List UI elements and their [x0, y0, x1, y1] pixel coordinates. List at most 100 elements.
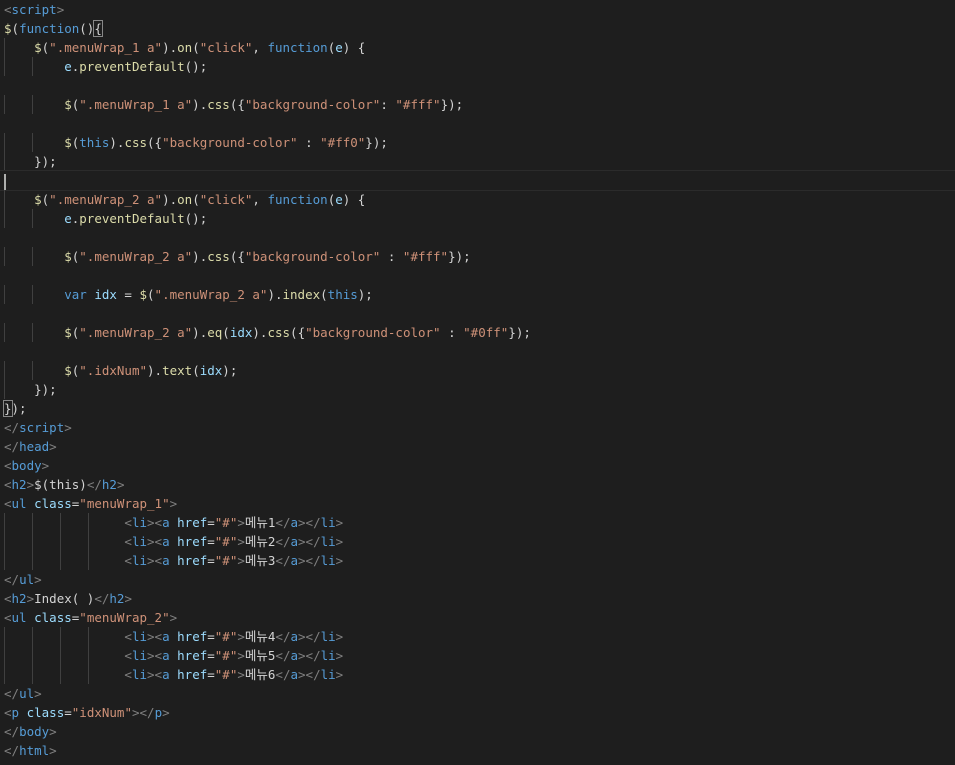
code-token-str: "#": [214, 515, 238, 530]
code-line[interactable]: <li><a href="#">메뉴4</a></li>: [0, 627, 955, 646]
code-line[interactable]: <li><a href="#">메뉴2</a></li>: [0, 532, 955, 551]
code-token-attr: href: [177, 667, 208, 682]
code-token-fn: $: [64, 135, 72, 150]
indent-guide: [4, 285, 5, 304]
code-token-br: >: [169, 496, 178, 511]
code-token-punc: });: [440, 97, 464, 112]
code-line[interactable]: <body>: [0, 456, 955, 475]
code-line[interactable]: </ul>: [0, 684, 955, 703]
code-token-txt: 메뉴2: [244, 534, 276, 549]
code-line[interactable]: [0, 114, 955, 133]
code-line[interactable]: <ul class="menuWrap_1">: [0, 494, 955, 513]
code-line[interactable]: </ul>: [0, 570, 955, 589]
code-line[interactable]: </script>: [0, 418, 955, 437]
code-token-punc: ({: [147, 135, 163, 150]
indent-guide: [4, 551, 5, 570]
code-token-br: </: [275, 534, 291, 549]
code-line[interactable]: </html>: [0, 741, 955, 760]
code-line[interactable]: <h2>Index( )</h2>: [0, 589, 955, 608]
code-token-tag: a: [162, 515, 170, 530]
code-token-txt: Index( ): [34, 591, 95, 606]
code-line[interactable]: });: [0, 399, 955, 418]
code-token-tag: a: [162, 667, 170, 682]
code-token-br: </: [275, 515, 291, 530]
code-line[interactable]: $(".menuWrap_1 a").css({"background-colo…: [0, 95, 955, 114]
code-line[interactable]: var idx = $(".menuWrap_2 a").index(this)…: [0, 285, 955, 304]
code-token-br: </: [4, 572, 20, 587]
code-line[interactable]: [0, 342, 955, 361]
code-token-punc: ) {: [342, 40, 366, 55]
code-token-punc: =: [207, 534, 215, 549]
code-token-br: </: [86, 477, 102, 492]
code-line[interactable]: <li><a href="#">메뉴1</a></li>: [0, 513, 955, 532]
code-token-str: "#": [214, 667, 238, 682]
code-line[interactable]: </head>: [0, 437, 955, 456]
code-token-br: ><: [147, 667, 163, 682]
indent-guide: [4, 361, 5, 380]
code-line[interactable]: </body>: [0, 722, 955, 741]
code-line[interactable]: });: [0, 152, 955, 171]
code-token-fn: preventDefault: [79, 59, 185, 74]
code-token-tag: li: [320, 629, 336, 644]
code-token-br: </: [275, 553, 291, 568]
code-line[interactable]: <script>: [0, 0, 955, 19]
code-token-tag: html: [19, 743, 50, 758]
code-token-br: >: [162, 705, 170, 720]
indent-guide: [32, 513, 33, 532]
code-token-br: <: [4, 458, 12, 473]
code-line[interactable]: e.preventDefault();: [0, 57, 955, 76]
code-line[interactable]: $(".menuWrap_2 a").css({"background-colo…: [0, 247, 955, 266]
code-token-br: >: [49, 439, 57, 454]
code-line[interactable]: <li><a href="#">메뉴3</a></li>: [0, 551, 955, 570]
code-token-tag: li: [131, 534, 148, 549]
code-token-br: >: [335, 534, 344, 549]
code-line[interactable]: [0, 304, 955, 323]
code-line[interactable]: [0, 76, 955, 95]
code-line[interactable]: $(".menuWrap_1 a").on("click", function(…: [0, 38, 955, 57]
code-line[interactable]: $(this).css({"background-color" : "#ff0"…: [0, 133, 955, 152]
code-line[interactable]: [0, 266, 955, 285]
code-line[interactable]: });: [0, 380, 955, 399]
code-token-br: ><: [147, 648, 163, 663]
code-token-punc: [170, 629, 178, 644]
code-token-br: >: [335, 648, 344, 663]
code-line[interactable]: e.preventDefault();: [0, 209, 955, 228]
code-token-bm: }: [3, 400, 13, 417]
code-token-attr: href: [177, 515, 208, 530]
code-token-fn: text: [162, 363, 193, 378]
code-token-punc: ({: [229, 97, 245, 112]
code-editor[interactable]: <script> $(function(){ $(".menuWrap_1 a")…: [0, 0, 955, 765]
code-line[interactable]: $(function(){: [0, 19, 955, 38]
code-token-punc: [4, 59, 64, 74]
code-token-punc: [4, 135, 64, 150]
code-token-fn: css: [124, 135, 148, 150]
code-line[interactable]: [0, 228, 955, 247]
code-token-punc: :: [380, 249, 403, 264]
code-line[interactable]: <li><a href="#">메뉴6</a></li>: [0, 665, 955, 684]
code-token-punc: :: [440, 325, 464, 340]
code-token-punc: );: [357, 287, 373, 302]
code-line[interactable]: <p class="idxNum"></p>: [0, 703, 955, 722]
code-token-punc: ).: [109, 135, 125, 150]
indent-guide: [4, 380, 5, 399]
code-token-tag: head: [19, 439, 50, 454]
code-line[interactable]: [0, 170, 955, 191]
code-token-str: "background-color": [162, 135, 298, 150]
code-token-str: ".menuWrap_2 a": [154, 287, 268, 302]
indent-guide: [32, 646, 33, 665]
code-line[interactable]: $(".menuWrap_2 a").eq(idx).css({"backgro…: [0, 323, 955, 342]
indent-guide: [32, 57, 33, 76]
code-token-br: </: [4, 686, 20, 701]
code-token-br: </: [275, 648, 291, 663]
code-line[interactable]: <h2>$(this)</h2>: [0, 475, 955, 494]
code-line[interactable]: $(".idxNum").text(idx);: [0, 361, 955, 380]
code-line[interactable]: <li><a href="#">메뉴5</a></li>: [0, 646, 955, 665]
code-token-br: </: [4, 420, 20, 435]
code-area[interactable]: <script> $(function(){ $(".menuWrap_1 a")…: [0, 0, 955, 760]
code-line[interactable]: $(".menuWrap_2 a").on("click", function(…: [0, 190, 955, 209]
code-token-br: >: [56, 2, 65, 17]
code-line[interactable]: <ul class="menuWrap_2">: [0, 608, 955, 627]
indent-guide: [88, 551, 89, 570]
code-token-br: >: [34, 572, 42, 587]
code-token-br: >: [49, 743, 57, 758]
